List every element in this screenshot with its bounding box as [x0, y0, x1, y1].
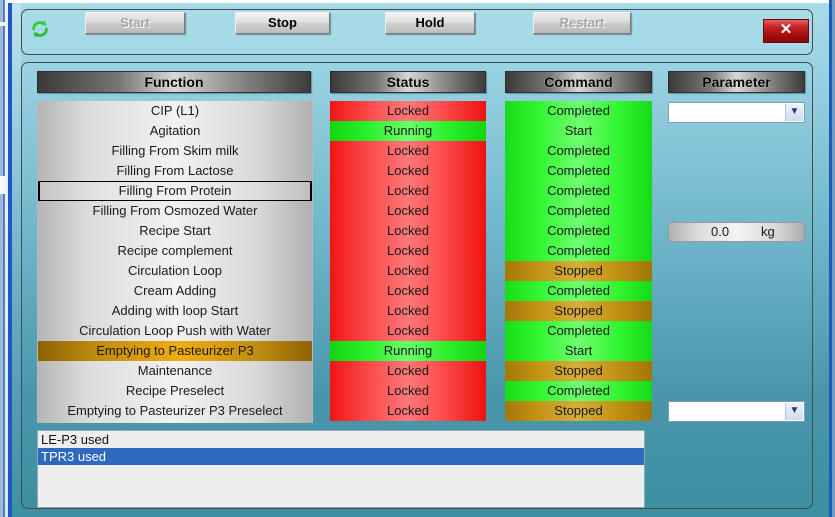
command-cell: Completed — [505, 141, 652, 161]
status-cell: Running — [330, 341, 486, 361]
window-border-top — [8, 0, 835, 3]
command-list: Completed Start Completed Completed Complete… — [505, 101, 652, 423]
status-cell: Locked — [330, 401, 486, 421]
function-row[interactable]: Filling From Skim milk — [38, 141, 312, 161]
app-left-edge-shade — [12, 3, 21, 517]
stop-button[interactable]: Stop — [235, 12, 330, 34]
command-cell: Start — [505, 341, 652, 361]
command-cell: Completed — [505, 241, 652, 261]
message-list[interactable]: LE-P3 used TPR3 used — [37, 430, 645, 508]
function-row[interactable]: Circulation Loop Push with Water — [38, 321, 312, 341]
function-row[interactable]: Emptying to Pasteurizer P3 Preselect — [38, 401, 312, 421]
status-list: Locked Running Locked Locked Locked Locked Loc… — [330, 101, 486, 423]
function-row[interactable]: Filling From Osmozed Water — [38, 201, 312, 221]
function-row[interactable]: Emptying to Pasteurizer P3 — [38, 341, 312, 361]
parameter-readout: 0.0 kg — [668, 222, 805, 242]
parameter-readout-value: 0.0 — [711, 224, 730, 239]
function-row[interactable]: CIP (L1) — [38, 101, 312, 121]
parameter-dropdown-top[interactable]: ▼ — [668, 102, 805, 123]
function-row[interactable]: Filling From Lactose — [38, 161, 312, 181]
status-cell: Locked — [330, 261, 486, 281]
function-row[interactable]: Maintenance — [38, 361, 312, 381]
function-row[interactable]: Recipe complement — [38, 241, 312, 261]
chevron-down-icon[interactable]: ▼ — [785, 104, 803, 121]
command-cell: Completed — [505, 221, 652, 241]
function-list[interactable]: CIP (L1) Agitation Filling From Skim milk F… — [37, 101, 313, 423]
column-header-command: Command — [505, 71, 652, 93]
application-window: Start Stop Hold Restart ✕ Function Statu… — [0, 0, 835, 517]
command-cell: Stopped — [505, 301, 652, 321]
function-row[interactable]: Agitation — [38, 121, 312, 141]
status-cell: Locked — [330, 161, 486, 181]
command-cell: Start — [505, 121, 652, 141]
command-cell: Stopped — [505, 401, 652, 421]
column-header-function: Function — [37, 71, 311, 93]
command-cell: Completed — [505, 381, 652, 401]
status-cell: Locked — [330, 101, 486, 121]
command-cell: Completed — [505, 181, 652, 201]
window-left-tick-mid — [0, 176, 5, 194]
function-row[interactable]: Adding with loop Start — [38, 301, 312, 321]
parameter-dropdown-bottom[interactable]: ▼ — [668, 401, 805, 422]
chevron-down-icon[interactable]: ▼ — [785, 403, 803, 420]
status-cell: Locked — [330, 281, 486, 301]
window-left-tick-top — [0, 22, 5, 26]
start-button[interactable]: Start — [85, 12, 185, 34]
function-row[interactable]: Recipe Start — [38, 221, 312, 241]
command-cell: Completed — [505, 281, 652, 301]
message-list-item[interactable]: LE-P3 used — [38, 431, 644, 448]
function-row[interactable]: Circulation Loop — [38, 261, 312, 281]
refresh-icon[interactable] — [29, 18, 51, 40]
status-cell: Locked — [330, 201, 486, 221]
status-cell: Locked — [330, 241, 486, 261]
status-cell: Locked — [330, 361, 486, 381]
function-row[interactable]: Cream Adding — [38, 281, 312, 301]
window-left-accent — [3, 0, 5, 517]
command-cell: Stopped — [505, 361, 652, 381]
function-row[interactable]: Filling From Protein — [38, 181, 312, 201]
command-cell: Completed — [505, 321, 652, 341]
status-cell: Locked — [330, 221, 486, 241]
command-cell: Stopped — [505, 261, 652, 281]
column-header-parameter: Parameter — [668, 71, 805, 93]
function-row[interactable]: Recipe Preselect — [38, 381, 312, 401]
status-cell: Locked — [330, 321, 486, 341]
command-cell: Completed — [505, 101, 652, 121]
status-cell: Locked — [330, 141, 486, 161]
command-cell: Completed — [505, 161, 652, 181]
column-header-status: Status — [330, 71, 486, 93]
restart-button[interactable]: Restart — [533, 12, 631, 34]
status-cell: Locked — [330, 301, 486, 321]
status-cell: Running — [330, 121, 486, 141]
command-cell: Completed — [505, 201, 652, 221]
status-cell: Locked — [330, 381, 486, 401]
close-button[interactable]: ✕ — [763, 19, 809, 43]
status-cell: Locked — [330, 181, 486, 201]
message-list-item[interactable]: TPR3 used — [38, 448, 644, 465]
parameter-readout-unit: kg — [761, 224, 775, 239]
hold-button[interactable]: Hold — [385, 12, 475, 34]
